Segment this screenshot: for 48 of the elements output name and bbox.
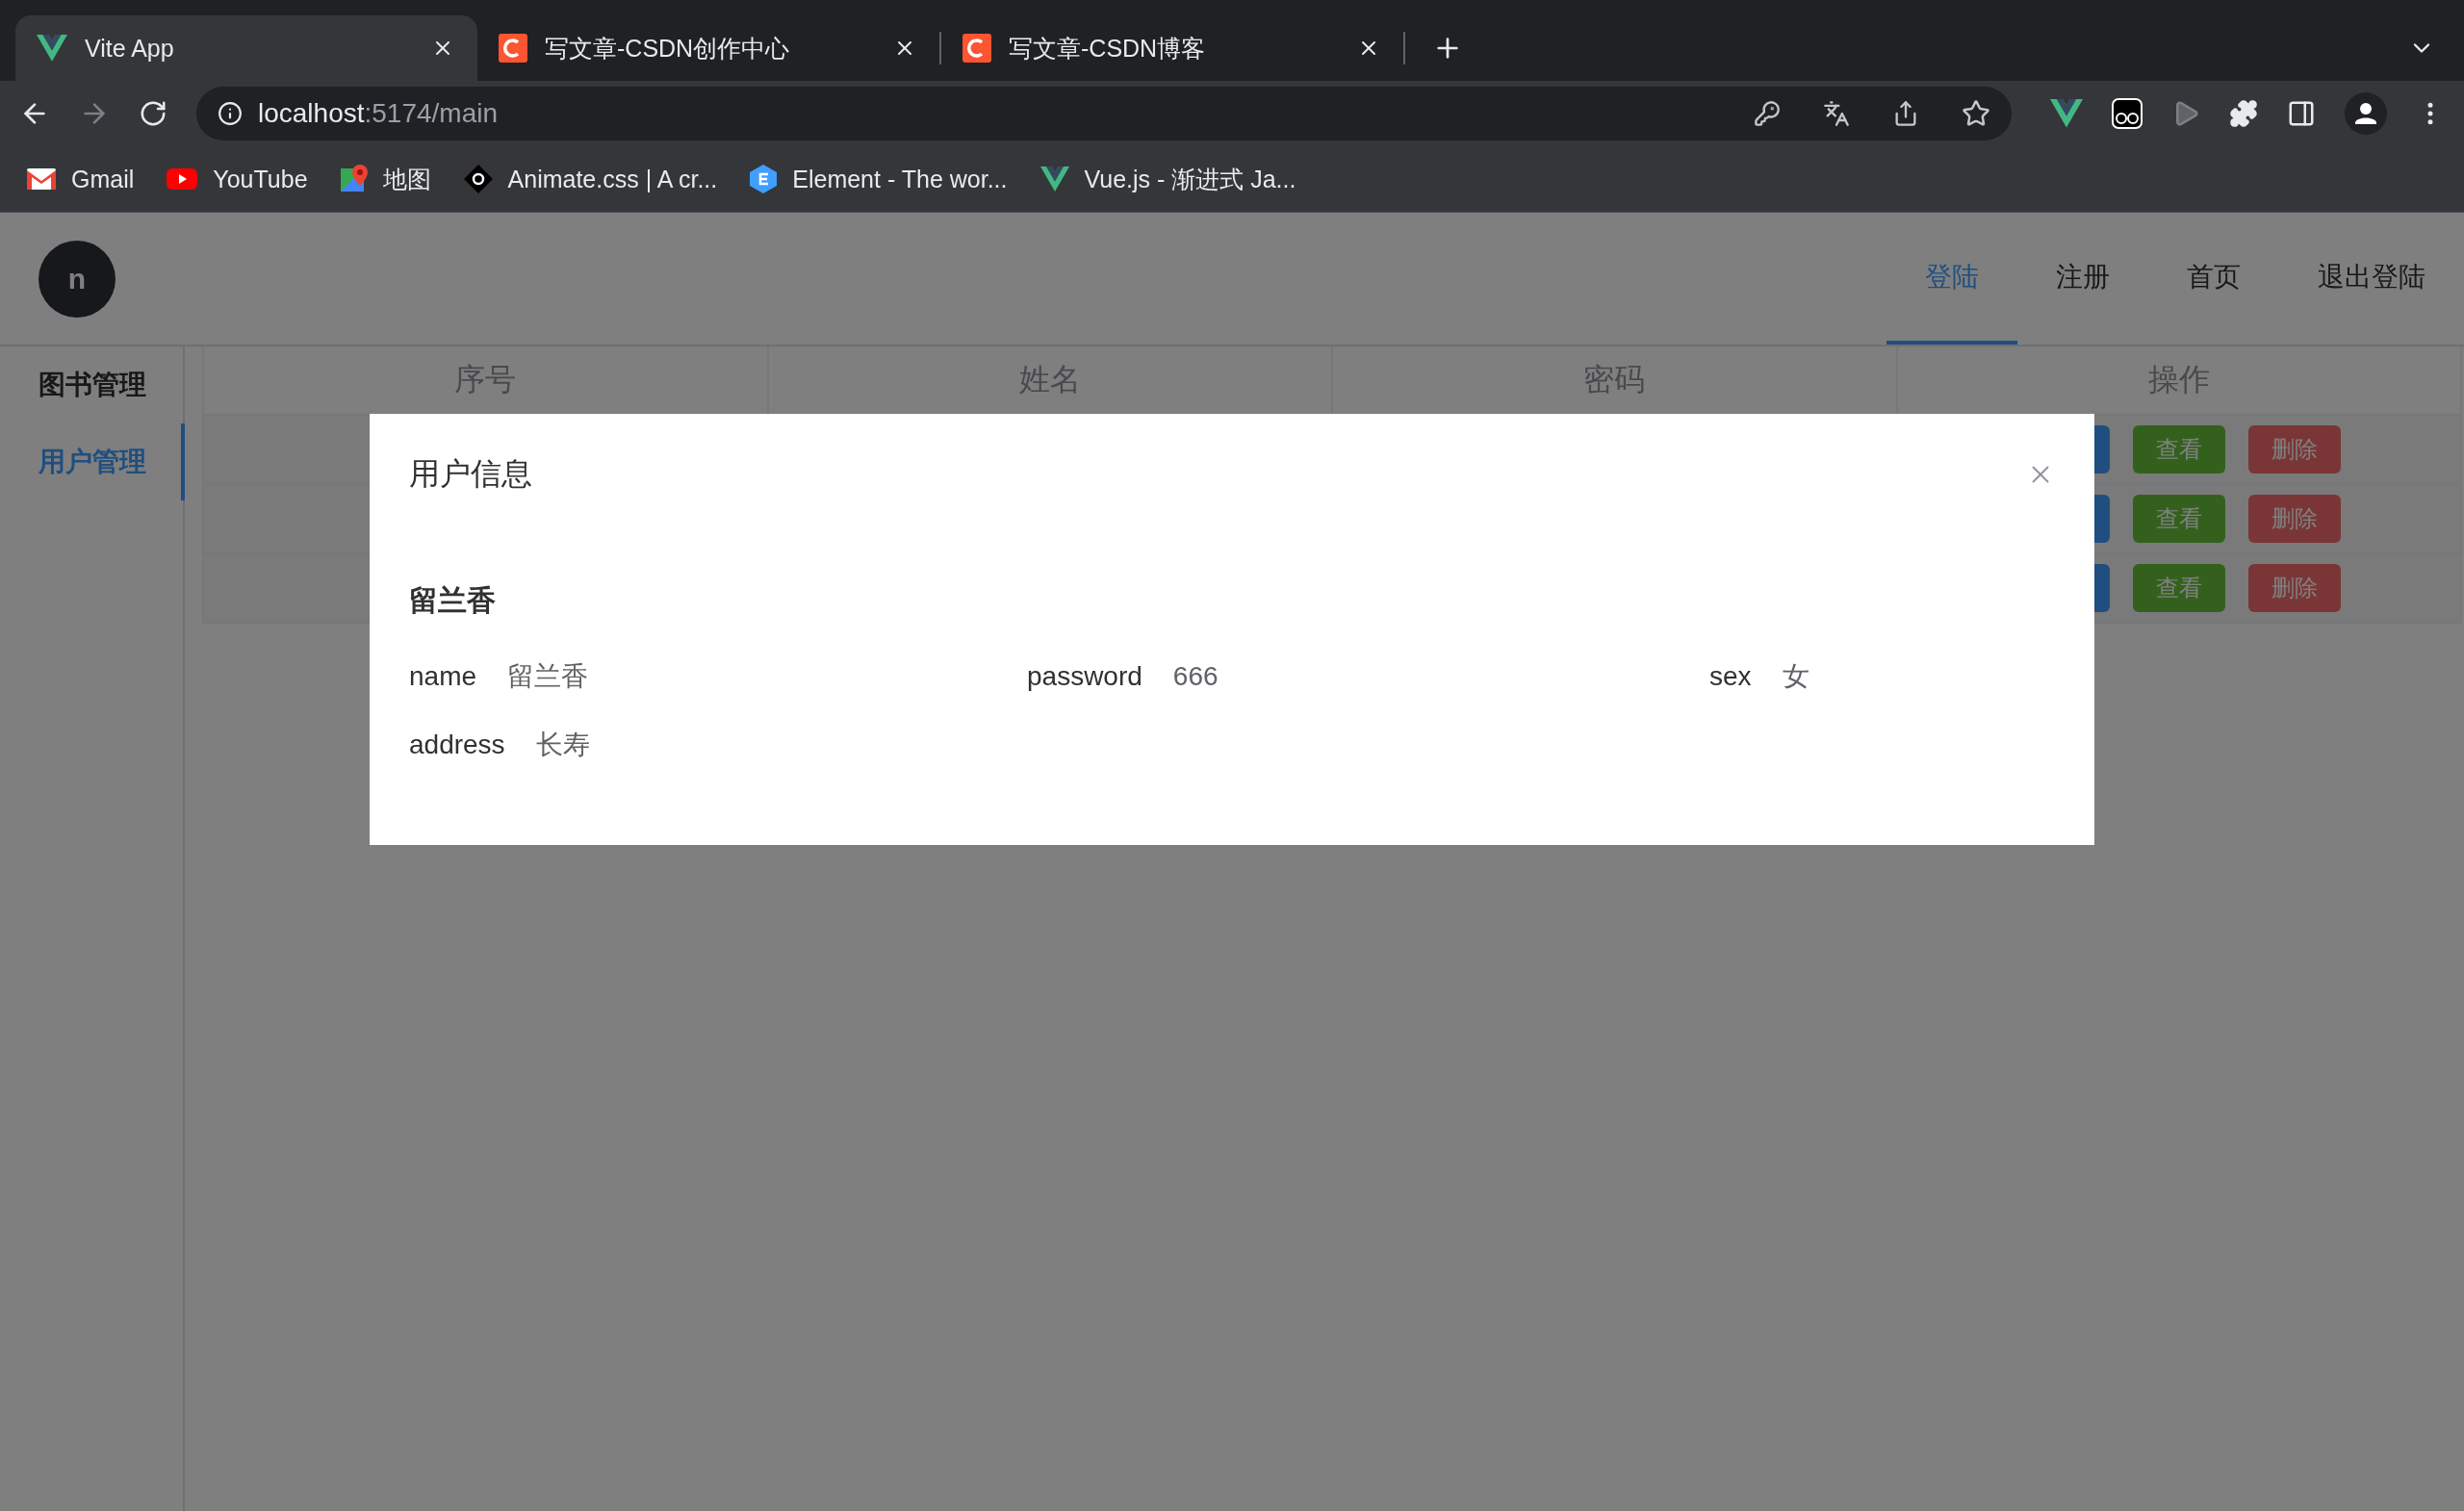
field-value: 长寿 <box>535 729 590 761</box>
browser-tab[interactable]: 写文章-CSDN博客 <box>941 15 1403 81</box>
url-text: localhost:5174/main <box>258 98 500 129</box>
field-label: sex <box>1709 660 1752 693</box>
nav-tab[interactable]: 退出登陆 <box>2279 213 2464 345</box>
puzzle-icon[interactable] <box>2229 99 2258 128</box>
tab-title: Vite App <box>85 34 175 63</box>
hexagon-icon <box>750 165 778 193</box>
diamond-icon <box>463 165 493 193</box>
bookmark[interactable]: Animate.css | A cr... <box>463 165 718 193</box>
bookmark[interactable]: YouTube <box>167 165 308 193</box>
bookmark[interactable]: Gmail <box>27 165 135 193</box>
key-icon[interactable] <box>1754 100 1781 127</box>
envelope-icon <box>27 168 56 190</box>
bookmark[interactable]: Element - The wor... <box>750 165 1008 193</box>
field-label: address <box>409 729 505 761</box>
vue-logo-icon <box>2050 99 2083 128</box>
bookmark[interactable]: Vue.js - 渐进式 Ja... <box>1040 163 1296 195</box>
map-pin-icon <box>340 165 368 193</box>
dialog-title: 用户信息 <box>409 455 532 493</box>
star-icon[interactable] <box>1962 99 1990 128</box>
reload-icon[interactable] <box>139 99 167 128</box>
nav-tab[interactable]: 首页 <box>2148 213 2279 345</box>
tab-title: 写文章-CSDN博客 <box>1009 33 1207 64</box>
field-value: 666 <box>1172 660 1219 693</box>
translate-icon[interactable] <box>1823 100 1850 127</box>
profile-icon[interactable] <box>2345 92 2387 135</box>
c-logo-icon <box>499 34 527 63</box>
section-heading: 留兰香 <box>409 582 497 618</box>
side-panel-icon[interactable] <box>2287 99 2316 128</box>
address-bar[interactable]: localhost:5174/main <box>196 87 2012 141</box>
field-label: name <box>409 660 477 693</box>
avatar: n <box>38 240 116 318</box>
sidebar-item[interactable]: 图书管理 <box>0 346 185 423</box>
field-label: password <box>1027 660 1142 693</box>
c-logo-icon <box>962 34 991 63</box>
browser-tab[interactable]: Vite App <box>15 15 477 81</box>
browser-tab[interactable]: 写文章-CSDN创作中心 <box>477 15 939 81</box>
field-value: 女 <box>1782 660 1810 693</box>
vue-logo-icon <box>1040 166 1069 192</box>
play-icon <box>167 168 198 190</box>
bookmark[interactable]: 地图 <box>340 163 431 195</box>
tab-title: 写文章-CSDN创作中心 <box>545 33 791 64</box>
nav-tab[interactable]: 注册 <box>2017 213 2148 345</box>
vue-logo-icon <box>37 35 67 62</box>
glasses-icon[interactable] <box>2112 98 2143 129</box>
field-value: 留兰香 <box>507 660 589 693</box>
info-icon <box>218 101 243 126</box>
